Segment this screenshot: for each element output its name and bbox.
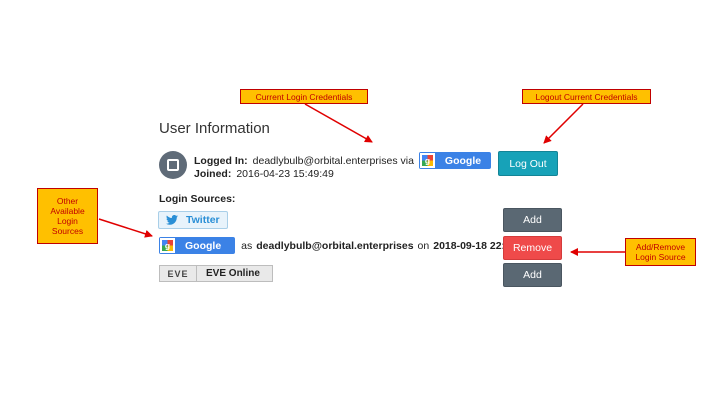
logged-in-label: Logged In: <box>194 154 248 167</box>
avatar <box>159 151 187 179</box>
eve-source-badge: EVE EVE Online <box>159 265 273 282</box>
joined-label: Joined: <box>194 168 232 180</box>
joined-line: Joined: 2016-04-23 15:49:49 <box>194 168 334 180</box>
arrow-other-sources <box>98 218 153 238</box>
arrow-logout <box>543 103 584 144</box>
eve-source-label: EVE Online <box>206 268 260 279</box>
callout-logout-credentials: Logout Current Credentials <box>522 89 651 104</box>
google-logo-icon: g <box>159 237 176 254</box>
svg-text:g: g <box>165 241 170 251</box>
annotation-arrows <box>98 103 625 256</box>
remove-google-button[interactable]: Remove <box>503 236 562 260</box>
svg-text:g: g <box>425 156 430 166</box>
joined-value: 2016-04-23 15:49:49 <box>236 168 334 180</box>
google-account: deadlybulb@orbital.enterprises <box>256 239 414 252</box>
add-twitter-button[interactable]: Add <box>503 208 562 232</box>
callout-other-sources: Other Available Login Sources <box>37 188 98 244</box>
logged-in-line: Logged In: deadlybulb@orbital.enterprise… <box>194 152 492 169</box>
twitter-source-badge: Twitter <box>158 211 228 229</box>
logged-in-value: deadlybulb@orbital.enterprises via <box>252 154 414 167</box>
google-source-label: Google <box>185 239 222 252</box>
google-on-text: on <box>417 239 430 252</box>
eve-logo-icon: EVE <box>160 266 197 281</box>
avatar-icon <box>167 159 179 171</box>
page-title: User Information <box>159 120 270 137</box>
google-source-row: g Google as deadlybulb@orbital.enterpris… <box>159 237 532 254</box>
add-eve-button[interactable]: Add <box>503 263 562 287</box>
google-as-text: as <box>241 239 253 252</box>
logout-button[interactable]: Log Out <box>498 151 558 176</box>
google-logo-icon: g <box>418 152 436 169</box>
callout-current-credentials: Current Login Credentials <box>240 89 368 104</box>
google-login-badge: g Google <box>418 152 492 169</box>
login-sources-label: Login Sources: <box>159 193 236 205</box>
twitter-source-label: Twitter <box>186 214 220 226</box>
google-source-badge: g Google <box>159 237 236 254</box>
callout-add-remove: Add/Remove Login Source <box>625 238 696 266</box>
arrow-current-creds <box>304 103 373 143</box>
twitter-bird-icon <box>166 215 178 225</box>
google-login-label: Google <box>444 154 482 167</box>
